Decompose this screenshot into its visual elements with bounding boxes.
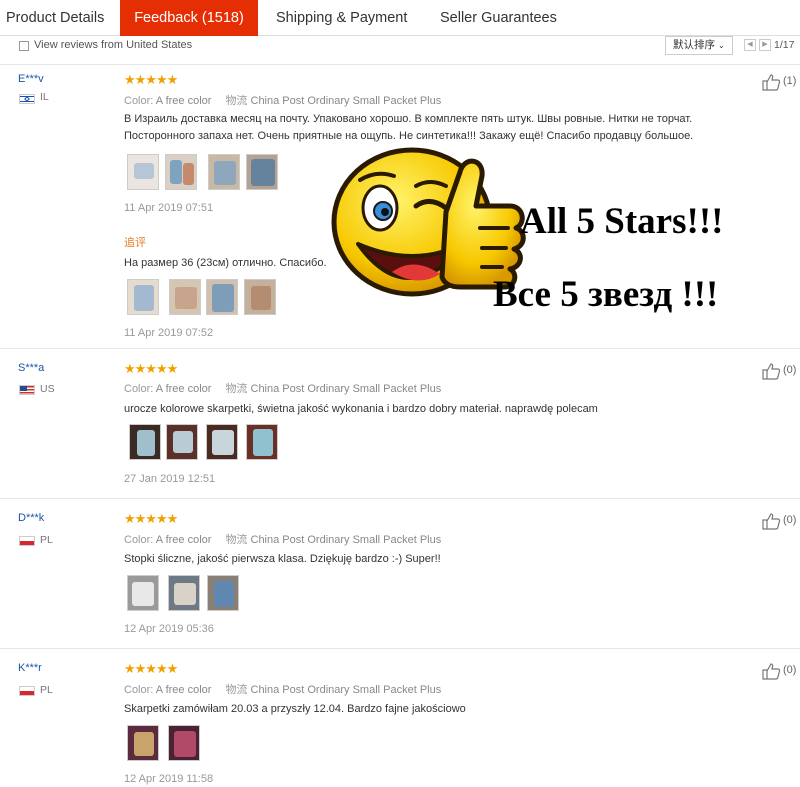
star-rating-icon: ★★★★★ xyxy=(124,72,178,87)
additional-review-label: 追评 xyxy=(124,237,146,249)
reviewer-name[interactable]: E***v xyxy=(18,73,44,85)
product-tabs: Product Details Feedback (1518) Shipping… xyxy=(0,0,800,36)
review-date: 12 Apr 2019 11:58 xyxy=(124,773,214,785)
review-photo[interactable] xyxy=(246,154,278,190)
review-photo[interactable] xyxy=(168,575,200,611)
country-code: PL xyxy=(40,684,53,696)
like-count: (0) xyxy=(783,514,797,526)
review-photo[interactable] xyxy=(127,575,159,611)
us-flag-icon xyxy=(19,385,35,395)
thumbs-up-icon[interactable] xyxy=(762,362,782,380)
reviewer-name[interactable]: S***a xyxy=(18,362,44,374)
thumbs-up-icon[interactable] xyxy=(762,662,782,680)
review-date: 11 Apr 2019 07:51 xyxy=(124,202,214,214)
thumbs-up-icon[interactable] xyxy=(762,73,782,91)
review-photo[interactable] xyxy=(166,424,198,460)
like-count: (0) xyxy=(783,364,797,376)
review-photo[interactable] xyxy=(127,154,159,190)
review-meta: Color: A free color 物流 China Post Ordinar… xyxy=(124,95,442,107)
tab-product-details[interactable]: Product Details xyxy=(6,0,116,36)
promo-headline-en: All 5 Stars!!! xyxy=(520,201,724,242)
review-meta: Color: A free color 物流 China Post Ordinar… xyxy=(124,383,442,395)
review-filter-bar: View reviews from United States 默认排序 ⌄ ◀ … xyxy=(0,36,800,58)
review-meta: Color: A free color 物流 China Post Ordinar… xyxy=(124,534,442,546)
review-photo[interactable] xyxy=(127,725,159,761)
star-rating-icon: ★★★★★ xyxy=(124,661,178,676)
sort-label: 默认排序 xyxy=(673,39,715,51)
review-photo[interactable] xyxy=(129,424,161,460)
reviewer-name[interactable]: K***r xyxy=(18,662,42,674)
review-date: 11 Apr 2019 07:52 xyxy=(124,327,214,339)
review-photo[interactable] xyxy=(206,424,238,460)
chevron-down-icon: ⌄ xyxy=(718,41,725,50)
review-photo[interactable] xyxy=(169,279,201,315)
like-count: (1) xyxy=(783,75,797,87)
promo-headline-ru: Все 5 звезд !!! xyxy=(493,274,719,315)
reviewer-name[interactable]: D***k xyxy=(18,512,44,524)
poland-flag-icon xyxy=(19,686,35,696)
review-text: Skarpetki zamówiłam 20.03 a przyszły 12.… xyxy=(124,703,466,715)
page-indicator: 1/17 xyxy=(774,39,795,51)
poland-flag-icon xyxy=(19,536,35,546)
review-item: K***r PL ★★★★★ Color: A free color 物流 Chi… xyxy=(0,648,800,787)
star-rating-icon: ★★★★★ xyxy=(124,361,178,376)
review-photo[interactable] xyxy=(127,279,159,315)
star-rating-icon: ★★★★★ xyxy=(124,511,178,526)
review-photo[interactable] xyxy=(168,725,200,761)
tab-shipping-payment[interactable]: Shipping & Payment xyxy=(276,0,416,36)
review-date: 27 Jan 2019 12:51 xyxy=(124,473,216,485)
review-photo[interactable] xyxy=(246,424,278,460)
review-photo[interactable] xyxy=(207,575,239,611)
us-reviews-label: View reviews from United States xyxy=(34,39,193,51)
additional-review-text: На размер 36 (23см) отлично. Спасибо. xyxy=(124,257,327,269)
israel-flag-icon xyxy=(19,94,35,104)
review-photo[interactable] xyxy=(206,279,238,315)
review-date: 12 Apr 2019 05:36 xyxy=(124,623,214,635)
review-photo[interactable] xyxy=(208,154,240,190)
country-code: US xyxy=(40,383,55,395)
country-code: IL xyxy=(40,91,49,103)
review-meta: Color: A free color 物流 China Post Ordinar… xyxy=(124,684,442,696)
us-reviews-checkbox[interactable] xyxy=(19,41,29,51)
country-code: PL xyxy=(40,534,53,546)
sort-dropdown[interactable]: 默认排序 ⌄ xyxy=(665,36,733,55)
like-count: (0) xyxy=(783,664,797,676)
review-item: D***k PL ★★★★★ Color: A free color 物流 Chi… xyxy=(0,498,800,648)
next-page-icon[interactable]: ▶ xyxy=(759,39,771,51)
review-item: S***a US ★★★★★ Color: A free color 物流 Chi… xyxy=(0,348,800,498)
review-photo[interactable] xyxy=(244,279,276,315)
tab-seller-guarantees[interactable]: Seller Guarantees xyxy=(440,0,570,36)
thumbs-up-icon[interactable] xyxy=(762,512,782,530)
prev-page-icon[interactable]: ◀ xyxy=(744,39,756,51)
review-text: Stopki śliczne, jakość pierwsza klasa. D… xyxy=(124,553,441,565)
review-text: urocze kolorowe skarpetki, świetna jakoś… xyxy=(124,403,598,415)
review-photo[interactable] xyxy=(165,154,197,190)
tab-feedback[interactable]: Feedback (1518) xyxy=(120,0,258,36)
